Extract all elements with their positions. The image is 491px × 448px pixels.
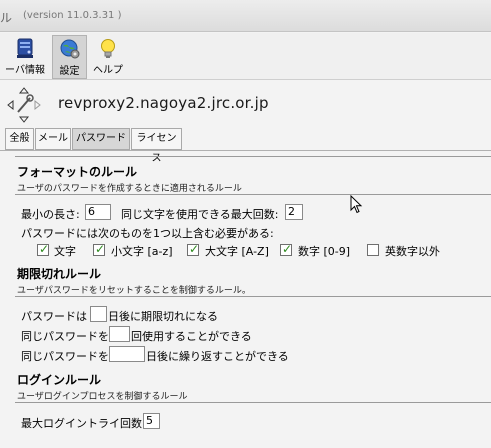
section-divider	[15, 296, 491, 297]
expire-days-input[interactable]	[90, 306, 107, 322]
expiry-rules-description: ユーザパスワードをリセットすることを制御するルール。	[17, 286, 251, 296]
non-alphanumeric-checkbox[interactable]	[367, 244, 379, 256]
max-login-attempts-label: 最大ログイントライ回数:	[21, 417, 146, 430]
login-rules-description: ユーザログインプロセスを制御するルール	[17, 392, 188, 402]
max-repeat-label: 同じ文字を使用できる最大回数:	[121, 208, 279, 221]
max-repeat-input[interactable]: 2	[285, 204, 303, 220]
tab-mail[interactable]: メール	[35, 128, 71, 150]
uppercase-checkbox[interactable]: ✓	[187, 242, 200, 256]
window-title: ル	[0, 11, 13, 25]
lowercase-checkbox[interactable]: ✓	[93, 242, 106, 256]
expire-days-suffix: 日後に期限切れになる	[108, 310, 218, 323]
min-length-label: 最小の長さ:	[21, 208, 80, 221]
non-alphanumeric-label: 英数字以外	[385, 245, 440, 258]
expire-days-label: パスワードは	[21, 310, 87, 323]
requirement-label: パスワードには次のものを1つ以上含む必要がある:	[21, 227, 274, 240]
tab-password[interactable]: パスワード	[72, 128, 130, 150]
mouse-cursor-icon	[350, 195, 363, 214]
login-rules-title: ログインルール	[17, 373, 102, 387]
toolbar: ーバ情報 設定 ヘルプ	[0, 33, 491, 80]
title-bar: ル (version 11.0.3.31 )	[0, 0, 491, 32]
tab-general[interactable]: 全般	[5, 128, 34, 150]
expiry-rules-title: 期限切れルール	[17, 267, 102, 281]
settings-globe-icon	[60, 39, 79, 59]
letters-label: 文字	[54, 245, 76, 258]
toolbar-server-info-label: ーバ情報	[5, 65, 45, 76]
toolbar-server-info-button[interactable]: ーバ情報	[0, 35, 50, 79]
section-divider	[15, 194, 491, 195]
section-divider	[15, 402, 491, 403]
letters-checkbox[interactable]: ✓	[37, 242, 50, 256]
navigation-arrows-icon[interactable]	[6, 86, 42, 124]
reuse-count-input[interactable]	[109, 326, 130, 342]
toolbar-help-label: ヘルプ	[93, 65, 123, 76]
checkmark-icon: ✓	[282, 242, 293, 256]
host-name: revproxy2.nagoya2.jrc.or.jp	[58, 94, 269, 112]
checkmark-icon: ✓	[39, 242, 50, 256]
server-icon	[17, 38, 33, 58]
host-row: revproxy2.nagoya2.jrc.or.jp	[0, 84, 491, 126]
tab-license[interactable]: ライセンス	[131, 128, 182, 164]
version-label: (version 11.0.3.31 )	[23, 10, 122, 21]
max-login-attempts-input[interactable]: 5	[143, 413, 160, 429]
format-rules-title: フォーマットのルール	[17, 165, 138, 179]
section-divider	[15, 156, 491, 157]
min-length-input[interactable]: 6	[85, 204, 111, 220]
format-rules-description: ユーザのパスワードを作成するときに適用されるルール	[17, 184, 242, 194]
repeat-days-input[interactable]	[109, 346, 145, 362]
reuse-count-label: 同じパスワードを	[21, 330, 109, 343]
checkmark-icon: ✓	[189, 242, 200, 256]
reuse-count-suffix: 回使用することができる	[131, 330, 252, 343]
digits-label: 数字 [0-9]	[298, 245, 351, 258]
uppercase-label: 大文字 [A-Z]	[205, 245, 269, 258]
checkmark-icon: ✓	[95, 242, 106, 256]
password-settings-panel: フォーマットのルール ユーザのパスワードを作成するときに適用されるルール 最小の…	[0, 151, 491, 448]
lowercase-label: 小文字 [a-z]	[111, 245, 173, 258]
toolbar-settings-label: 設定	[59, 66, 80, 77]
repeat-days-label: 同じパスワードを	[21, 350, 109, 363]
digits-checkbox[interactable]: ✓	[280, 242, 293, 256]
toolbar-settings-button[interactable]: 設定	[52, 35, 87, 79]
repeat-days-suffix: 日後に繰り返すことができる	[146, 350, 289, 363]
lightbulb-icon	[101, 39, 115, 58]
toolbar-help-button[interactable]: ヘルプ	[90, 35, 126, 79]
